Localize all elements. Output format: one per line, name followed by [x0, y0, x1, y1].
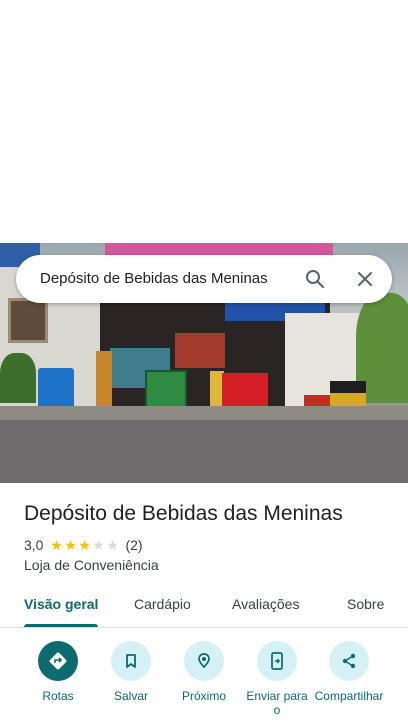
star-filled-icon: ★: [50, 537, 63, 553]
place-tabs: Visão geral Cardápio Avaliações Sobre: [0, 588, 408, 628]
place-category[interactable]: Loja de Conveniência: [24, 557, 159, 573]
search-bar[interactable]: Depósito de Bebidas das Meninas: [16, 255, 392, 303]
photo-window: [8, 298, 48, 343]
tab-active-indicator: [24, 624, 98, 627]
search-input[interactable]: Depósito de Bebidas das Meninas: [40, 270, 268, 287]
close-icon[interactable]: [353, 267, 377, 291]
nearby-icon[interactable]: [184, 641, 224, 681]
share-label: Compartilhar: [314, 689, 384, 703]
photo-shelf-2: [175, 333, 225, 368]
search-icon[interactable]: [303, 267, 327, 291]
star-filled-icon: ★: [78, 537, 91, 553]
photo-plants: [0, 353, 36, 403]
save-label: Salvar: [113, 689, 148, 703]
send-to-phone-label: Enviar para o: [246, 689, 308, 717]
star-empty-icon: ★: [106, 537, 119, 553]
tab-cardapio[interactable]: Cardápio: [134, 596, 191, 612]
rating-value: 3,0: [24, 537, 44, 553]
bookmark-icon[interactable]: [111, 641, 151, 681]
save-button[interactable]: Salvar: [91, 641, 171, 703]
review-count[interactable]: (2): [125, 537, 142, 553]
tab-visao-geral[interactable]: Visão geral: [24, 596, 98, 612]
star-empty-icon: ★: [92, 537, 105, 553]
rating-stars: ★ ★ ★ ★ ★: [49, 538, 119, 552]
blank-area: [0, 0, 408, 243]
tab-avaliacoes[interactable]: Avaliações: [232, 596, 299, 612]
star-filled-icon: ★: [64, 537, 77, 553]
send-to-phone-button[interactable]: Enviar para o: [237, 641, 317, 717]
rating-row[interactable]: 3,0 ★ ★ ★ ★ ★ (2): [24, 536, 143, 554]
directions-icon[interactable]: [38, 641, 78, 681]
photo-sidewalk: [0, 406, 408, 420]
tab-sobre[interactable]: Sobre: [347, 596, 384, 612]
send-to-phone-icon[interactable]: [257, 641, 297, 681]
share-button[interactable]: Compartilhar: [309, 641, 389, 703]
directions-label: Rotas: [42, 689, 74, 703]
nearby-label: Próximo: [181, 689, 226, 703]
place-title: Depósito de Bebidas das Meninas: [24, 502, 343, 525]
share-icon[interactable]: [329, 641, 369, 681]
photo-street: [0, 420, 408, 483]
directions-button[interactable]: Rotas: [18, 641, 98, 703]
photo-crates: [96, 351, 112, 411]
nearby-button[interactable]: Próximo: [164, 641, 244, 703]
